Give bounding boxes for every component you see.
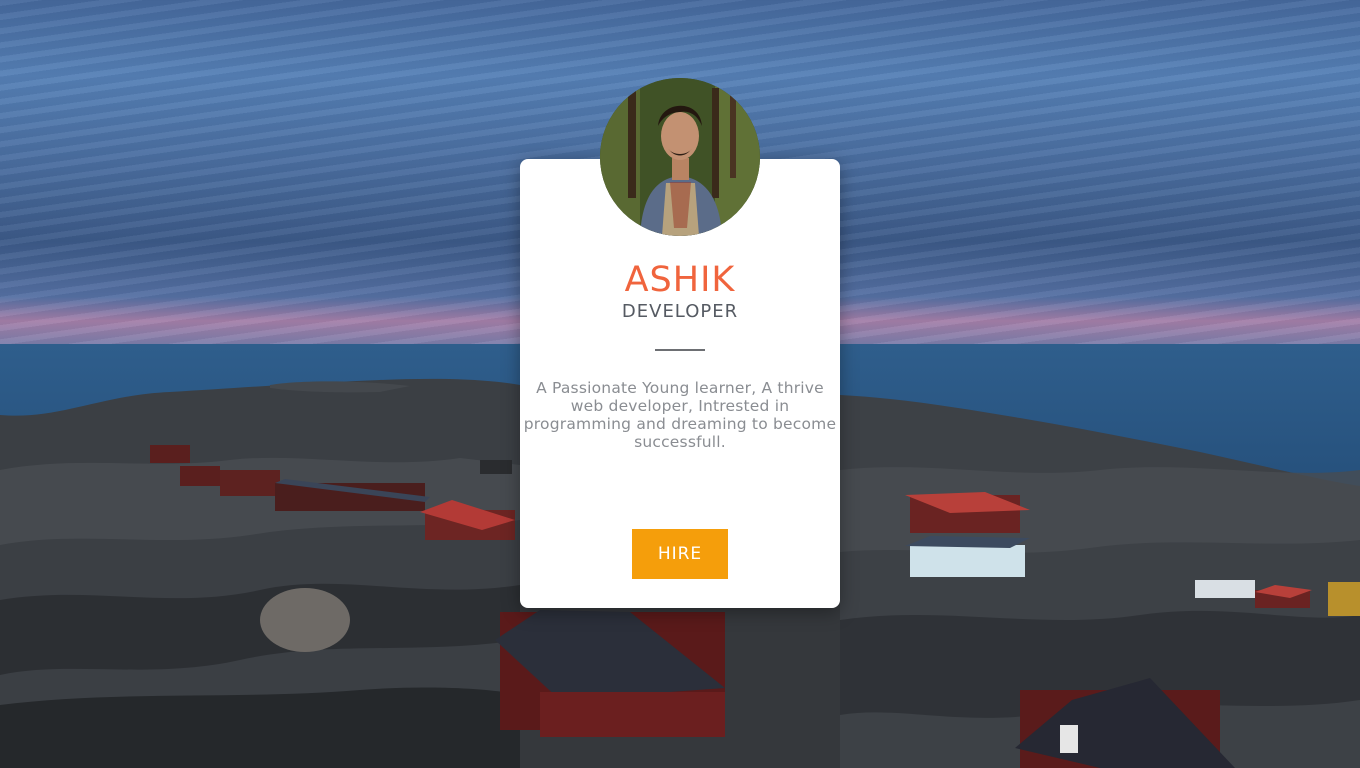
divider	[655, 349, 705, 351]
profile-bio: A Passionate Young learner, A thrive web…	[523, 379, 837, 451]
profile-name: ASHIK	[624, 260, 736, 300]
profile-role: DEVELOPER	[621, 301, 739, 322]
hire-button[interactable]: HIRE	[632, 529, 728, 579]
profile-avatar	[600, 78, 760, 236]
